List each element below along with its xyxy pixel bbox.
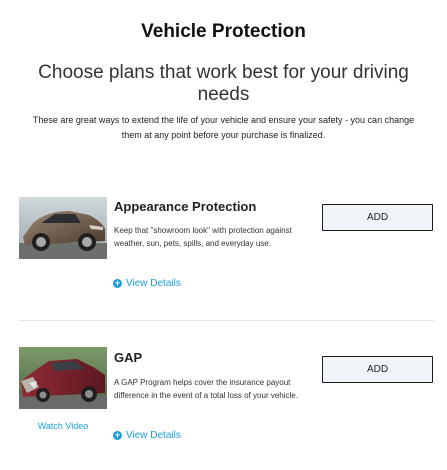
view-details-label: View Details <box>126 278 181 289</box>
plus-circle-icon: + <box>113 430 122 440</box>
add-button-appearance[interactable]: ADD <box>322 204 433 231</box>
plan-description-appearance: Keep that "showroom look" with protectio… <box>114 226 292 248</box>
plus-circle-icon: + <box>113 278 122 288</box>
car-photo-icon <box>19 197 107 259</box>
view-details-link-appearance[interactable]: + View Details <box>113 278 181 289</box>
page-title: Vehicle Protection <box>141 21 306 42</box>
view-details-link-gap[interactable]: + View Details <box>113 430 181 441</box>
page-subtitle: Choose plans that work best for your dri… <box>38 62 409 105</box>
plan-description-gap: A GAP Program helps cover the insurance … <box>114 378 298 400</box>
plan-name-appearance: Appearance Protection <box>114 199 257 214</box>
watch-video-link[interactable]: Watch Video <box>19 421 107 431</box>
plan-divider <box>19 320 434 321</box>
add-button-gap[interactable]: ADD <box>322 356 433 383</box>
intro-text: These are great ways to extend the life … <box>32 115 415 140</box>
damaged-car-photo-icon <box>19 347 107 409</box>
plan-name-gap: GAP <box>114 350 143 365</box>
view-details-label: View Details <box>126 430 181 441</box>
